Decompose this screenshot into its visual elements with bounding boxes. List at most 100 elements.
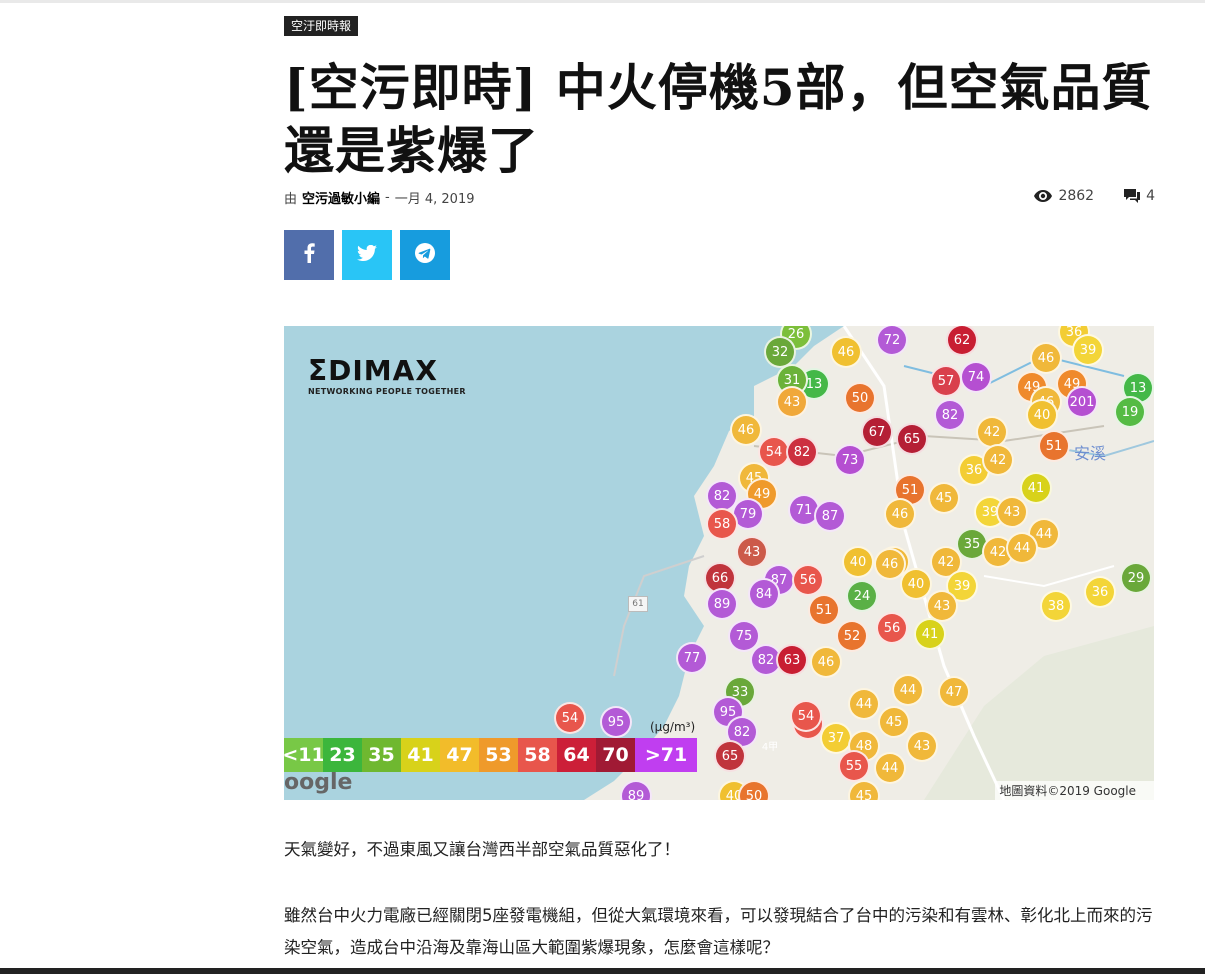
sensor-marker[interactable]: 46 [1030,342,1062,374]
view-count: 2862 [1058,188,1095,204]
sensor-marker[interactable]: 45 [878,706,910,738]
sensor-marker[interactable]: 77 [676,642,708,674]
logo-tagline: NETWORKING PEOPLE TOGETHER [308,387,466,396]
sensor-marker[interactable]: 84 [748,578,780,610]
sensor-marker[interactable]: 95 [600,706,632,738]
telegram-share-button[interactable] [400,230,450,280]
sensor-marker[interactable]: 74 [960,361,992,393]
sensor-marker[interactable]: 37 [820,722,852,754]
legend-cell: 47 [440,738,479,772]
sensor-marker[interactable]: 89 [706,588,738,620]
sensor-marker[interactable]: 46 [810,646,842,678]
publish-date: 一月 4, 2019 [394,192,475,207]
sensor-marker[interactable]: 39 [1072,334,1104,366]
sensor-marker[interactable]: 44 [874,752,906,784]
sensor-marker[interactable]: 42 [982,444,1014,476]
sensor-marker[interactable]: 44 [848,688,880,720]
pm25-legend: <11 23 35 41 47 53 58 64 70 >71 [284,738,697,772]
sensor-marker[interactable]: 44 [1006,532,1038,564]
legend-cell: 58 [518,738,557,772]
comment-icon[interactable] [1124,189,1141,203]
legend-cell: 53 [479,738,518,772]
sensor-marker[interactable]: 38 [1040,590,1072,622]
sensor-marker[interactable]: 82 [934,399,966,431]
logo-text: ΣDIMAX [308,354,438,387]
google-watermark: oogle [284,770,353,795]
sensor-marker[interactable]: 58 [706,508,738,540]
sensor-marker[interactable]: 57 [930,365,962,397]
sensor-marker[interactable]: 46 [884,498,916,530]
edimax-logo: ΣDIMAX NETWORKING PEOPLE TOGETHER [308,354,466,396]
meta-separator: - [385,190,390,205]
sensor-marker[interactable]: 65 [714,740,746,772]
sensor-marker[interactable]: 56 [876,612,908,644]
article-paragraph-1: 天氣變好，不過東風又讓台灣西半部空氣品質惡化了！ [284,840,680,859]
legend-unit: (μg/m³) [650,720,696,734]
air-quality-map[interactable]: ΣDIMAX NETWORKING PEOPLE TOGETHER 26 32 46… [284,326,1154,800]
sensor-marker[interactable]: 42 [976,416,1008,448]
sensor-marker[interactable]: 36 [1084,576,1116,608]
road-sign-61: 61 [628,596,648,612]
legend-cell: >71 [635,738,697,772]
top-divider [0,0,1205,3]
sensor-marker[interactable]: 41 [914,618,946,650]
share-buttons [284,230,450,280]
sensor-marker[interactable]: 50 [844,382,876,414]
sensor-marker[interactable]: 56 [792,564,824,596]
sensor-marker[interactable]: 73 [834,444,866,476]
sensor-marker[interactable]: 82 [786,436,818,468]
road-sign-4jia: 4甲 [761,741,779,753]
sensor-marker[interactable]: 41 [1020,472,1052,504]
sensor-marker[interactable]: 65 [896,423,928,455]
sensor-marker[interactable]: 40 [1026,399,1058,431]
sensor-marker[interactable]: 46 [830,336,862,368]
facebook-share-button[interactable] [284,230,334,280]
sensor-marker[interactable]: 43 [776,386,808,418]
sensor-marker[interactable]: 43 [906,730,938,762]
legend-cell: 41 [401,738,440,772]
category-tag[interactable]: 空汙即時報 [284,16,359,36]
sensor-marker[interactable]: 52 [836,620,868,652]
legend-cell: 23 [323,738,362,772]
sensor-marker[interactable]: 40 [842,546,874,578]
sensor-marker[interactable]: 55 [838,750,870,782]
legend-cell: 64 [557,738,596,772]
sensor-marker[interactable]: 63 [776,644,808,676]
article-paragraph-2: 雖然台中火力電廠已經關閉5座發電機組，但從大氣環境來看，可以發現結合了台中的污染… [284,906,1153,957]
sensor-marker[interactable]: 67 [861,416,893,448]
legend-cell: <11 [284,738,325,772]
eye-icon [1034,190,1053,202]
sensor-marker[interactable]: 24 [846,580,878,612]
author-link[interactable]: 空污過敏小編 [302,188,380,207]
article-meta: 由 空污過敏小編 - 一月 4, 2019 [284,188,475,207]
twitter-share-button[interactable] [342,230,392,280]
telegram-icon [414,242,436,268]
article-stats: 2862 4 [1034,188,1155,204]
legend-cell: 35 [362,738,401,772]
sensor-marker[interactable]: 46 [730,414,762,446]
sensor-marker[interactable]: 54 [554,702,586,734]
sensor-marker[interactable]: 51 [1038,430,1070,462]
sensor-marker[interactable]: 44 [892,674,924,706]
article-title: [空污即時] 中火停機5部，但空氣品質還是紫爆了 [284,58,1153,180]
sensor-marker[interactable]: 54 [790,700,822,732]
meta-by: 由 [284,192,298,207]
sensor-marker[interactable]: 47 [938,676,970,708]
comment-count[interactable]: 4 [1146,188,1155,204]
map-copyright: 地圖資料©2019 Google [995,781,1154,800]
legend-cell: 70 [596,738,635,772]
sensor-marker[interactable]: 43 [736,536,768,568]
sensor-marker[interactable]: 45 [928,482,960,514]
sensor-marker[interactable]: 43 [996,496,1028,528]
sensor-marker[interactable]: 46 [874,548,906,580]
sensor-marker[interactable]: 40 [900,568,932,600]
sensor-marker[interactable]: 201 [1066,386,1098,418]
place-label-anxi: 安溪 [1074,444,1107,463]
facebook-icon [303,243,315,267]
sensor-marker[interactable]: 51 [808,594,840,626]
sensor-marker[interactable]: 19 [1114,396,1146,428]
twitter-icon [357,244,377,265]
sensor-marker[interactable]: 87 [814,500,846,532]
bottom-bar [0,968,1205,974]
sensor-marker[interactable]: 29 [1120,562,1152,594]
